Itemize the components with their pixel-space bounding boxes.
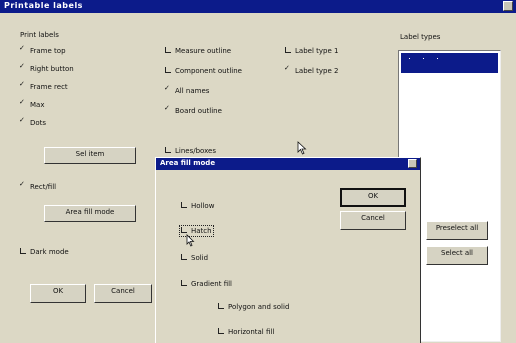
window-title: Printable labels [4,1,83,10]
checkbox-box [165,47,171,53]
area-fill-dialog[interactable]: Area fill mode Hollow Hatch Solid Gradie… [155,157,421,343]
checkbox-box [181,280,187,286]
checkbox-label: Measure outline [175,47,232,55]
dialog-ok-button[interactable]: OK [340,188,406,207]
checkbox-box [181,227,187,233]
close-button[interactable] [503,1,513,11]
checkbox-box [19,80,26,89]
checkbox-lines-boxes[interactable]: Lines/boxes [165,147,216,155]
area-fill-mode-button[interactable]: Area fill mode [44,205,136,222]
checkbox-label: Frame top [30,47,66,55]
checkbox-dark-mode[interactable]: Dark mode [20,248,69,256]
selection-dot [409,58,410,59]
checkbox-component-outline[interactable]: Component outline [165,67,242,75]
checkbox-box [19,44,26,53]
checkbox-box [165,67,171,73]
option-label: Solid [191,254,209,262]
button-label: OK [367,192,379,200]
checkbox-max[interactable]: Max [19,98,45,109]
checkbox-box [285,47,291,53]
checkbox-box [19,62,26,71]
cancel-button[interactable]: Cancel [94,284,152,303]
checkbox-label: Frame rect [30,83,68,91]
checkbox-box [165,147,171,153]
button-label: Preselect all [435,224,479,232]
checkbox-right-button[interactable]: Right button [19,62,74,73]
checkbox-board-outline[interactable]: Board outline [164,104,222,115]
checkbox-measure-outline[interactable]: Measure outline [165,47,231,55]
checkbox-frame-top[interactable]: Frame top [19,44,66,55]
checkbox-label: Dots [30,119,47,127]
button-label: Sel item [75,150,105,158]
mouse-pointer-icon [297,141,307,155]
preselect-all-button[interactable]: Preselect all [426,221,488,240]
button-label: Cancel [111,287,135,295]
checkbox-box [19,116,26,125]
checkbox-label: All names [175,87,210,95]
mouse-pointer-icon [186,234,195,247]
option-label: Horizontal fill [228,328,275,336]
radio-rect-fill[interactable]: Rect/fill [19,180,57,191]
checkbox-all-names[interactable]: All names [164,84,210,95]
option-horizontal-fill[interactable]: Horizontal fill [218,328,274,336]
checkbox-box [284,64,291,73]
checkbox-box [164,84,171,93]
ok-button[interactable]: OK [30,284,86,303]
checkbox-box [181,202,187,208]
checkbox-box [19,98,26,107]
checkbox-label-type-2[interactable]: Label type 2 [284,64,339,75]
checkbox-label: Max [30,101,45,109]
checkbox-label: Component outline [175,67,242,75]
checkbox-label: Label type 2 [295,67,339,75]
button-label: OK [52,287,64,295]
checkbox-label: Right button [30,65,74,73]
checkbox-box [218,328,224,334]
checkbox-label: Board outline [175,107,222,115]
dialog-close-button[interactable] [408,159,417,168]
checkbox-label-type-1[interactable]: Label type 1 [285,47,338,55]
selection-dot [423,58,424,59]
option-polygon-and-solid[interactable]: Polygon and solid [218,303,289,311]
option-label: Gradient fill [191,280,232,288]
selection-dot [437,58,438,59]
option-hollow[interactable]: Hollow [181,202,214,210]
checkbox-box [164,104,171,113]
checkbox-box [218,303,224,309]
listbox-selected-row[interactable] [401,53,498,73]
checkbox-label: Dark mode [30,248,69,256]
radio-box [19,180,26,189]
checkbox-box [20,248,26,254]
button-label: Select all [441,249,473,257]
checkbox-box [181,254,187,260]
select-item-button[interactable]: Sel item [44,147,136,164]
button-label: Cancel [361,214,385,222]
option-solid[interactable]: Solid [181,254,208,262]
checkbox-label: Lines/boxes [175,147,216,155]
listbox-label: Label types [400,33,441,41]
checkbox-frame-rect[interactable]: Frame rect [19,80,68,91]
option-label: Polygon and solid [228,303,290,311]
dialog-cancel-button[interactable]: Cancel [340,211,406,230]
radio-label: Rect/fill [30,183,57,191]
option-label: Hollow [191,202,215,210]
window-titlebar[interactable]: Printable labels [0,0,516,13]
select-all-button[interactable]: Select all [426,246,488,265]
checkbox-label: Label type 1 [295,47,339,55]
option-gradient-fill[interactable]: Gradient fill [181,280,232,288]
group-title: Print labels [20,31,59,39]
button-label: Area fill mode [65,208,115,216]
checkbox-dots[interactable]: Dots [19,116,47,127]
dialog-title: Area fill mode [160,159,216,167]
dialog-titlebar[interactable]: Area fill mode [156,158,420,170]
